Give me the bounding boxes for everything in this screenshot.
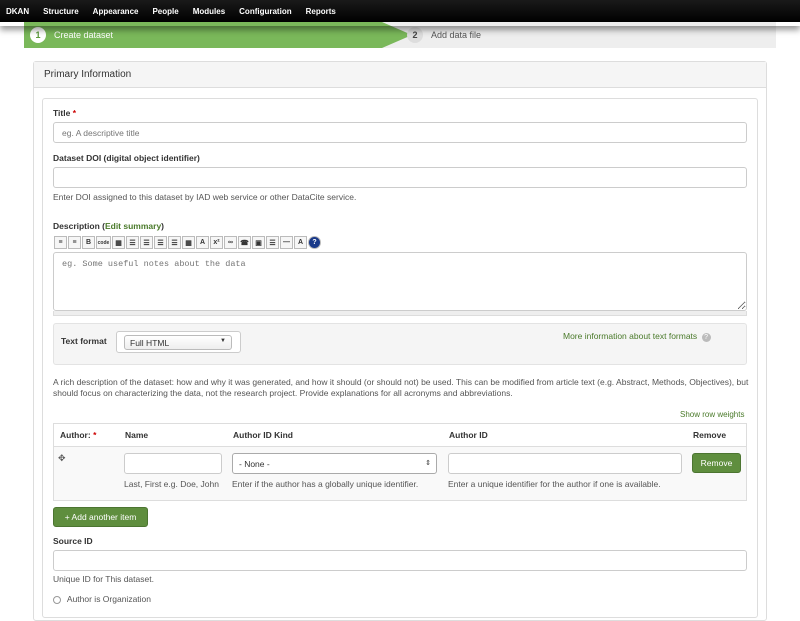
- grid-icon[interactable]: ▦: [182, 236, 195, 249]
- source-id-label: Source ID: [53, 536, 93, 546]
- drag-handle-icon[interactable]: ✥: [58, 453, 66, 464]
- source-id-input[interactable]: [53, 550, 747, 571]
- description-textarea[interactable]: [53, 252, 747, 311]
- nav-reports[interactable]: Reports: [306, 7, 336, 16]
- step-label-2: Add data file: [431, 30, 482, 40]
- more-info-text: More information about text formats: [563, 331, 698, 341]
- step-label-1: Create dataset: [54, 30, 114, 40]
- select-arrows-icon: ⇕: [425, 460, 431, 467]
- spellcheck-icon[interactable]: A: [196, 236, 209, 249]
- name-help: Last, First e.g. Doe, John: [124, 479, 219, 489]
- text-format-label: Text format: [61, 336, 107, 346]
- superscript-icon[interactable]: x²: [210, 236, 223, 249]
- author-header: Author: *: [60, 430, 96, 440]
- author-header-text: Author:: [60, 430, 91, 440]
- title-label-text: Title: [53, 108, 71, 118]
- admin-toolbar: DKAN Structure Appearance People Modules…: [0, 0, 800, 22]
- nav-structure[interactable]: Structure: [43, 7, 79, 16]
- author-id-help: Enter a unique identifier for the author…: [448, 479, 661, 489]
- nav-configuration[interactable]: Configuration: [239, 7, 291, 16]
- wysiwyg-toolbar: ≡ ≡ B code ▦ ☰ ☰ ☰ ☰ ▦ A x² ∞ ☎ ▣ ☰ — A …: [54, 236, 322, 250]
- step-number-1: 1: [30, 27, 46, 43]
- image-icon[interactable]: ▣: [252, 236, 265, 249]
- align-right-icon[interactable]: ≡: [68, 236, 81, 249]
- nav-people[interactable]: People: [152, 7, 178, 16]
- code-icon[interactable]: code: [96, 236, 111, 249]
- text-format-select[interactable]: Full HTML ▼: [124, 335, 232, 350]
- nav-modules[interactable]: Modules: [193, 7, 225, 16]
- doi-help: Enter DOI assigned to this dataset by IA…: [53, 192, 357, 202]
- nav-appearance[interactable]: Appearance: [93, 7, 139, 16]
- show-row-weights-link[interactable]: Show row weights: [680, 410, 744, 419]
- text-format-info-link[interactable]: More information about text formats ?: [563, 331, 711, 342]
- author-required-mark: *: [93, 430, 97, 440]
- text-color-icon[interactable]: A: [294, 236, 307, 249]
- source-id-help: Unique ID for This dataset.: [53, 574, 154, 584]
- remove-button[interactable]: Remove: [692, 453, 741, 473]
- link-icon[interactable]: ∞: [224, 236, 237, 249]
- outdent-icon[interactable]: ☰: [168, 236, 181, 249]
- remove-header: Remove: [693, 430, 727, 440]
- name-header: Name: [125, 430, 149, 440]
- author-org-label: Author is Organization: [66, 594, 152, 604]
- horizontal-rule-icon[interactable]: —: [280, 236, 293, 249]
- description-label-text: Description (: [53, 221, 105, 231]
- title-input[interactable]: [53, 122, 747, 143]
- author-org-option[interactable]: Author is Organization: [53, 594, 151, 604]
- text-format-value: Full HTML: [130, 338, 170, 348]
- author-id-header: Author ID: [449, 430, 488, 440]
- step-number-2: 2: [407, 27, 423, 43]
- numbered-list-icon[interactable]: ☰: [126, 236, 139, 249]
- help-icon[interactable]: ?: [308, 236, 321, 249]
- description-label: Description (Edit summary): [53, 221, 164, 231]
- author-id-kind-header: Author ID Kind: [233, 430, 293, 440]
- bullet-list-icon[interactable]: ☰: [140, 236, 153, 249]
- author-name-input[interactable]: [124, 453, 222, 474]
- description-label-close: ): [161, 221, 165, 231]
- text-format-box: Text format Full HTML ▼ More information…: [53, 323, 747, 365]
- resize-grip[interactable]: [53, 311, 747, 316]
- description-help: A rich description of the dataset: how a…: [53, 377, 749, 398]
- doi-label: Dataset DOI (digital object identifier): [53, 153, 200, 163]
- chevron-down-icon: ▼: [220, 338, 226, 344]
- author-id-input[interactable]: [448, 453, 682, 474]
- id-kind-help: Enter if the author has a globally uniqu…: [232, 479, 419, 489]
- text-format-wrapper: Full HTML ▼: [116, 331, 241, 353]
- doi-input[interactable]: [53, 167, 747, 188]
- author-id-kind-value: - None -: [239, 459, 270, 469]
- paragraph-icon[interactable]: ☰: [266, 236, 279, 249]
- nav-dkan[interactable]: DKAN: [6, 7, 29, 16]
- title-label: Title *: [53, 108, 76, 118]
- question-icon: ?: [701, 333, 711, 342]
- bold-icon[interactable]: B: [82, 236, 95, 249]
- table-icon[interactable]: ▦: [112, 236, 125, 249]
- align-left-icon[interactable]: ≡: [54, 236, 67, 249]
- step-add-data-file[interactable]: 2 Add data file: [407, 22, 481, 48]
- progress-steps: 1 Create dataset 2 Add data file: [24, 22, 776, 48]
- step-create-dataset[interactable]: 1 Create dataset: [24, 22, 382, 48]
- edit-summary-link[interactable]: Edit summary: [105, 221, 161, 231]
- indent-icon[interactable]: ☰: [154, 236, 167, 249]
- author-id-kind-select[interactable]: - None - ⇕: [232, 453, 437, 474]
- required-mark: *: [72, 108, 77, 118]
- phone-icon[interactable]: ☎: [238, 236, 251, 249]
- panel-title: Primary Information: [34, 62, 766, 88]
- add-another-item-button[interactable]: + Add another item: [53, 507, 148, 527]
